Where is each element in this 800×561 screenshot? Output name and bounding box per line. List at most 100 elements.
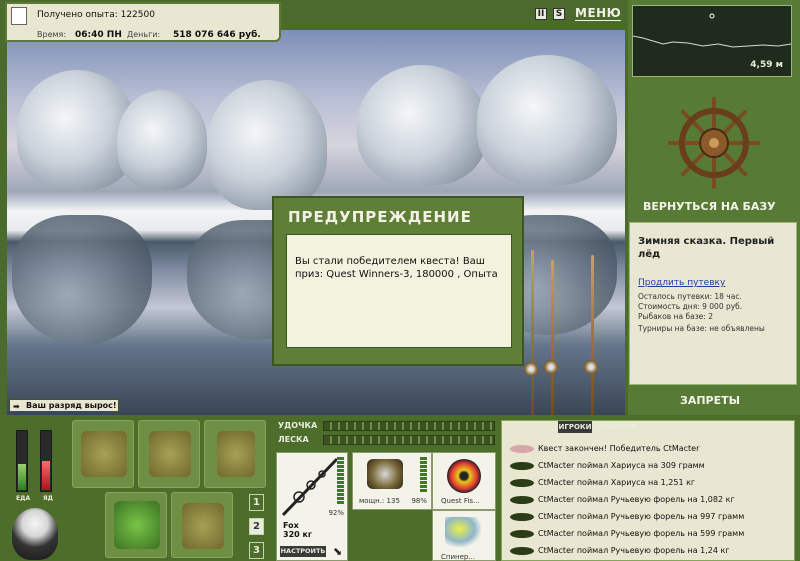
inventory-slot-basket[interactable] (105, 492, 167, 558)
warning-heading: ПРЕДУПРЕЖДЕНИЕ (288, 208, 472, 226)
event-text: Квест закончен! Победитель CtMacter (538, 444, 700, 453)
money-value: 518 076 646 руб. (173, 30, 261, 40)
reel-condition-bar (420, 457, 427, 493)
fishers-count: Рыбаков на базе: 2 (638, 312, 713, 321)
quest-icon (510, 445, 534, 453)
rod-meter-bar (323, 421, 495, 431)
pause-button[interactable]: II (535, 8, 547, 20)
inventory-slot-tools[interactable] (204, 420, 266, 488)
food-label: ЕДА (16, 495, 31, 502)
warning-dialog[interactable]: ПРЕДУПРЕЖДЕНИЕ Вы стали победителем квес… (272, 196, 524, 366)
fish-icon (510, 462, 534, 470)
rod-name: Fox 320 кг (283, 521, 313, 539)
inventory-page-1[interactable]: 1 (249, 494, 264, 511)
menu-button[interactable]: МЕНЮ (575, 6, 622, 21)
line-spool-icon (447, 459, 481, 493)
line-meter-label: ЛЕСКА (278, 435, 309, 444)
rod-condition-pct: 92% (328, 509, 344, 517)
rod-meter-label: УДОЧКА (278, 421, 318, 430)
tournaments-status: Турниры на базе: не объявлены (638, 324, 765, 333)
inventory-slot-bucket[interactable] (171, 492, 233, 558)
sound-button[interactable]: S (553, 8, 565, 20)
food-bar (16, 430, 28, 492)
ship-wheel-icon[interactable] (666, 95, 762, 191)
depth-value: 4,59 м (750, 60, 783, 70)
fish-icon (510, 496, 534, 504)
poison-bar (40, 430, 52, 492)
event-row: CtMacter поймал Хариуса на 1,251 кг (508, 475, 790, 492)
food-bar-fill (18, 463, 26, 490)
bans-button[interactable]: ЗАПРЕТЫ (680, 394, 740, 407)
inventory-page-2[interactable]: 2 (249, 518, 264, 535)
event-row: CtMacter поймал Ручьевую форель на 599 г… (508, 526, 790, 543)
fish-icon (510, 530, 534, 538)
event-text: CtMacter поймал Ручьевую форель на 1,24 … (538, 546, 730, 555)
event-text: CtMacter поймал Ручьевую форель на 1,082… (538, 495, 735, 504)
reel-icon (584, 360, 598, 374)
snowy-tree (357, 65, 487, 185)
line-meter-bar (323, 435, 495, 445)
line-name: Quest Fis... (441, 497, 480, 505)
fishing-rod[interactable] (531, 250, 534, 415)
gear-lure-slot[interactable]: Спинер... (432, 510, 496, 561)
experience-text: Получено опыта: 122500 (37, 10, 155, 20)
resize-arrow-icon[interactable]: ⬊ (333, 545, 342, 558)
rank-up-notice[interactable]: ➡ Ваш разряд вырос! (9, 399, 119, 412)
player-info-panel: Получено опыта: 122500 Время: 06:40 ПН Д… (5, 2, 281, 42)
money-label: Деньги: (127, 30, 161, 39)
snowy-willow (207, 80, 327, 210)
rank-up-text: Ваш разряд вырос! (26, 401, 117, 410)
warning-message: Вы стали победителем квеста! Ваш приз: Q… (286, 234, 512, 348)
event-row: CtMacter поймал Хариуса на 309 грамм (508, 458, 790, 475)
notes-icon[interactable] (11, 7, 27, 25)
fish-icon (510, 547, 534, 555)
time-value: 06:40 ПН (75, 30, 122, 40)
inventory-slot-tackle-box[interactable] (72, 420, 134, 488)
tree-reflection (12, 215, 152, 345)
reel-icon (524, 362, 538, 376)
tab-events[interactable]: СОБЫТИЯ (596, 421, 636, 433)
event-text: CtMacter поймал Хариуса на 309 грамм (538, 461, 705, 470)
location-info-box: Зимняя сказка. Первый лёд Продлить путев… (629, 222, 797, 385)
rod-condition-bar (337, 457, 344, 505)
poison-bar-fill (42, 461, 50, 490)
snowy-tree (477, 55, 617, 185)
cauldron-icon[interactable] (12, 508, 58, 560)
poison-label: ЯД (43, 495, 53, 502)
gear-reel-slot[interactable]: мощн.: 135 98% (352, 452, 432, 510)
event-row: CtMacter поймал Ручьевую форель на 997 г… (508, 509, 790, 526)
reel-icon (544, 360, 558, 374)
fishing-rod[interactable] (591, 255, 594, 415)
setup-button[interactable]: НАСТРОИТЬ (280, 546, 326, 557)
snowy-tree (117, 90, 207, 190)
fish-icon (510, 479, 534, 487)
inventory-slot-bag[interactable] (138, 420, 200, 488)
arrow-right-icon: ➡ (13, 402, 20, 411)
permit-remaining: Осталось путевки: 18 час. (638, 292, 742, 301)
reel-power: мощн.: 135 (359, 497, 400, 505)
tools-icon (217, 431, 255, 477)
location-title: Зимняя сказка. Первый лёд (638, 236, 775, 260)
event-row: Квест закончен! Победитель CtMacter (508, 441, 790, 458)
inventory-page-3[interactable]: 3 (249, 542, 264, 559)
event-text: CtMacter поймал Ручьевую форель на 997 г… (538, 512, 745, 521)
spinner-lure-icon (445, 517, 481, 547)
gear-line-slot[interactable]: Quest Fis... (432, 452, 496, 510)
basket-icon (114, 501, 160, 549)
tab-players[interactable]: ИГРОКИ (558, 421, 592, 433)
event-row: CtMacter поймал Ручьевую форель на 1,24 … (508, 543, 790, 560)
time-label: Время: (37, 30, 67, 39)
extend-permit-link[interactable]: Продлить путевку (638, 278, 725, 288)
depth-map: 4,59 м (632, 5, 792, 77)
return-to-base-button[interactable]: ВЕРНУТЬСЯ НА БАЗУ (643, 200, 776, 213)
event-text: CtMacter поймал Хариуса на 1,251 кг (538, 478, 696, 487)
fishing-rod[interactable] (551, 260, 554, 415)
reel-icon (367, 459, 403, 489)
bucket-icon (182, 503, 224, 549)
day-cost: Стоимость дня: 9 000 руб. (638, 302, 743, 311)
bag-icon (149, 431, 191, 477)
event-row: CtMacter поймал Ручьевую форель на 1,082… (508, 492, 790, 509)
reel-condition-pct: 98% (411, 497, 427, 505)
tension-meters: УДОЧКА ЛЕСКА (278, 420, 496, 450)
event-text: CtMacter поймал Ручьевую форель на 599 г… (538, 529, 745, 538)
